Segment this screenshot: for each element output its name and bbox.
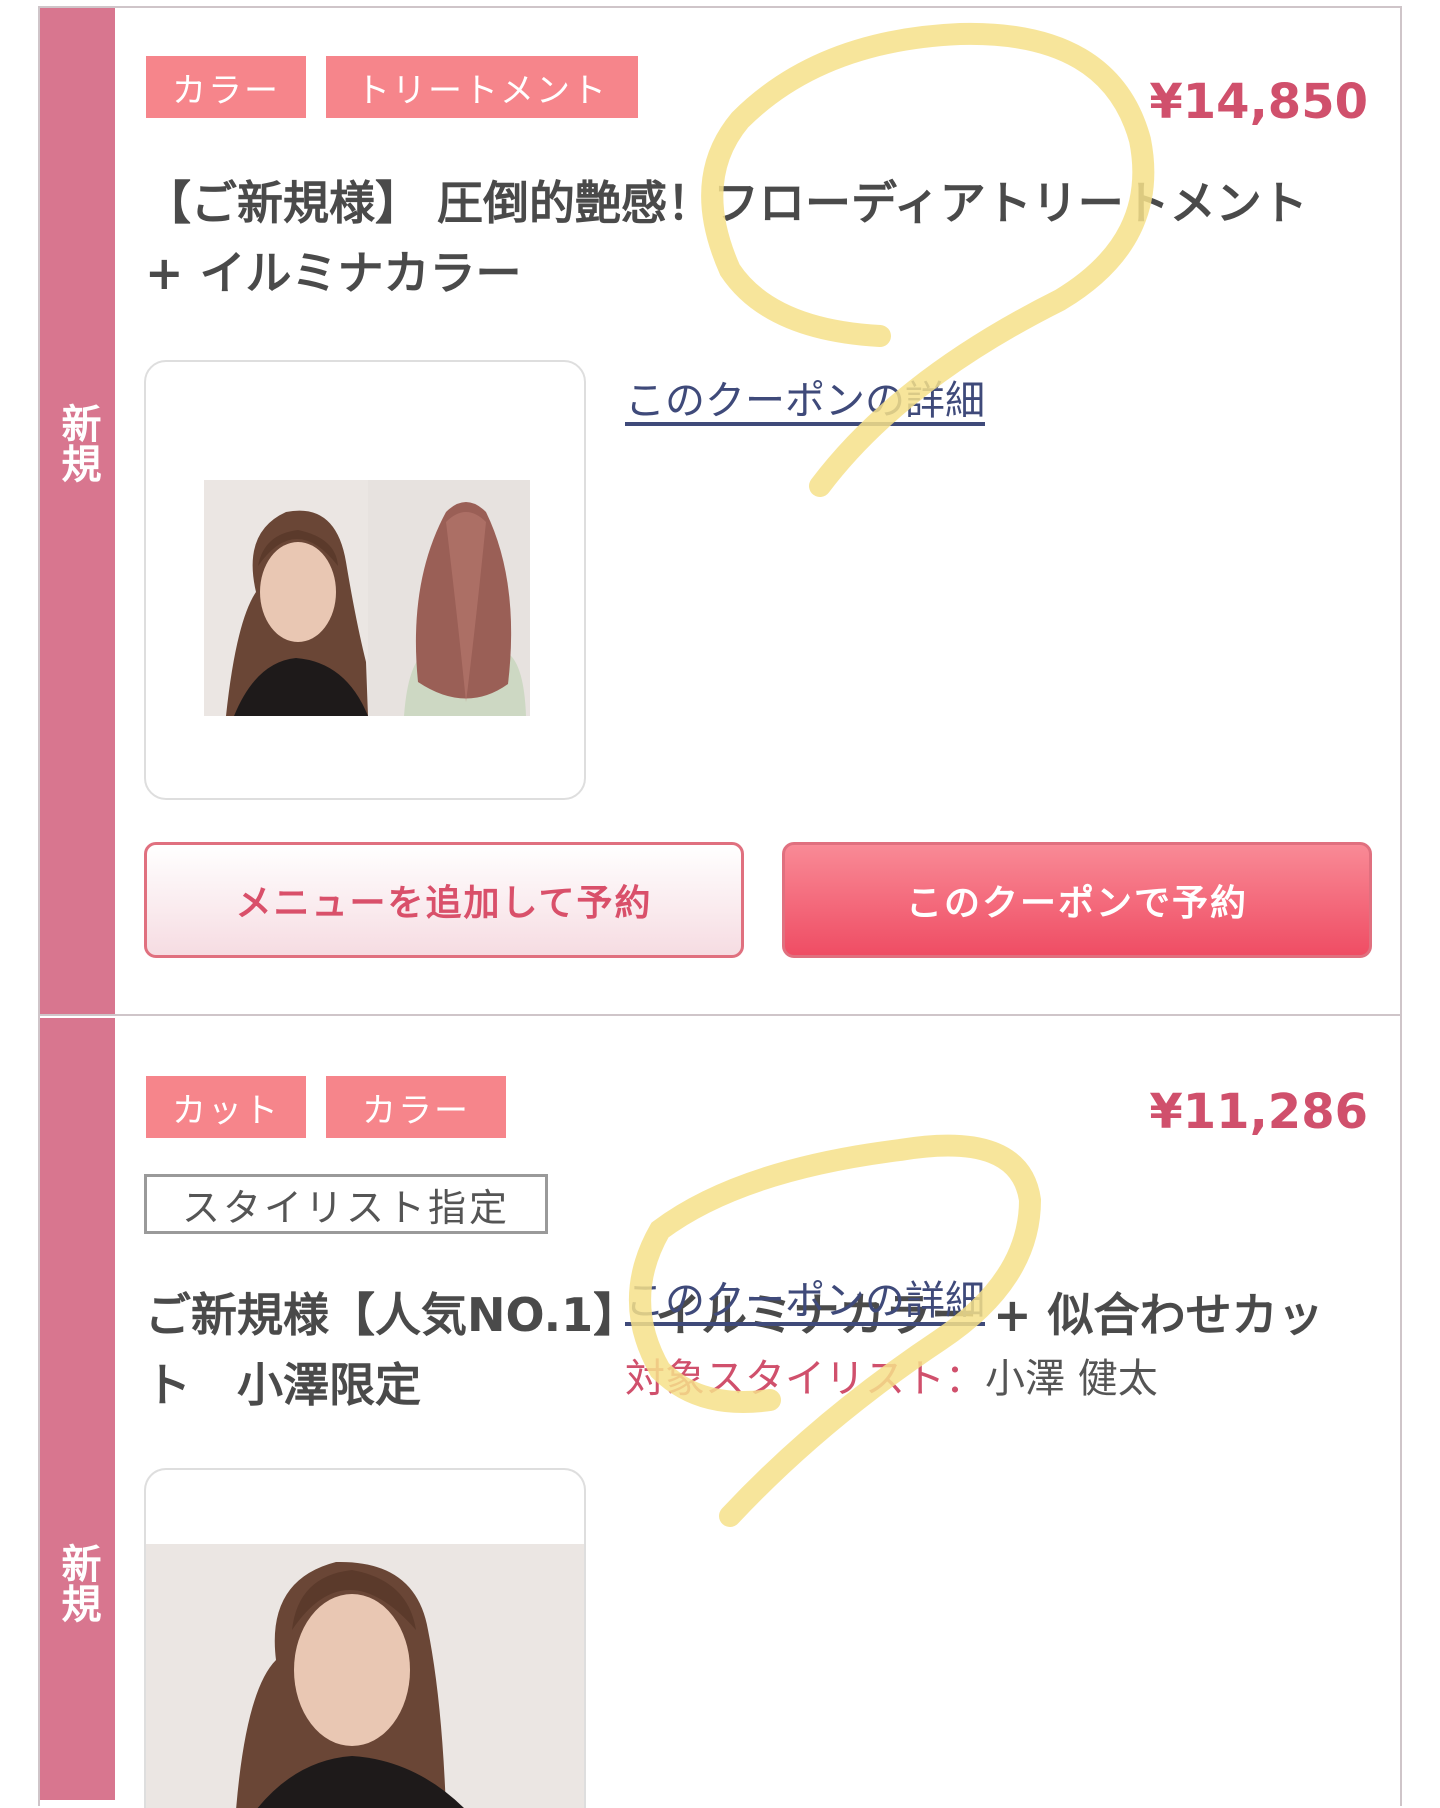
- target-stylist: 対象スタイリスト：小澤 健太: [625, 1346, 1158, 1404]
- coupon-title: 【ご新規様】 圧倒的艶感！フローディアトリートメント + イルミナカラー: [145, 168, 1385, 308]
- coupon-photo: [204, 480, 530, 716]
- coupon-price: ¥11,286: [1149, 1084, 1368, 1140]
- coupon-detail-link[interactable]: このクーポンの詳細: [625, 368, 985, 426]
- coupon-image-card[interactable]: [144, 1468, 586, 1808]
- tag-color: カラー: [326, 1076, 506, 1138]
- new-customer-sidebar: 新規: [40, 1018, 115, 1800]
- coupon-image-card[interactable]: [144, 360, 586, 800]
- stylist-designation-badge: スタイリスト指定: [144, 1174, 548, 1234]
- coupon-title-line1: 【ご新規様】 圧倒的艶感！フローディアトリートメント: [145, 176, 1308, 230]
- new-customer-label: 新規: [54, 1543, 101, 1623]
- coupon-detail-link[interactable]: このクーポンの詳細: [625, 1268, 985, 1326]
- coupon-card: 新規 カット カラー スタイリスト指定 ¥11,286 ご新規様【人気NO.1】…: [40, 1018, 1400, 1808]
- new-customer-sidebar: 新規: [40, 8, 115, 1014]
- coupon-card: 新規 カラー トリートメント ¥14,850 【ご新規様】 圧倒的艶感！フローデ…: [40, 8, 1400, 1016]
- coupon-title-line2: + イルミナカラー: [145, 246, 522, 300]
- add-menu-reserve-button[interactable]: メニューを追加して予約: [144, 842, 744, 958]
- tag-treatment: トリートメント: [326, 56, 638, 118]
- coupon-price: ¥14,850: [1149, 74, 1368, 130]
- target-stylist-name: 小澤 健太: [985, 1356, 1158, 1402]
- target-stylist-label: 対象スタイリスト：: [625, 1356, 985, 1402]
- tag-color: カラー: [146, 56, 306, 118]
- reserve-coupon-button[interactable]: このクーポンで予約: [782, 842, 1372, 958]
- coupon-photo: [146, 1544, 584, 1808]
- new-customer-label: 新規: [54, 403, 101, 483]
- tag-cut: カット: [146, 1076, 306, 1138]
